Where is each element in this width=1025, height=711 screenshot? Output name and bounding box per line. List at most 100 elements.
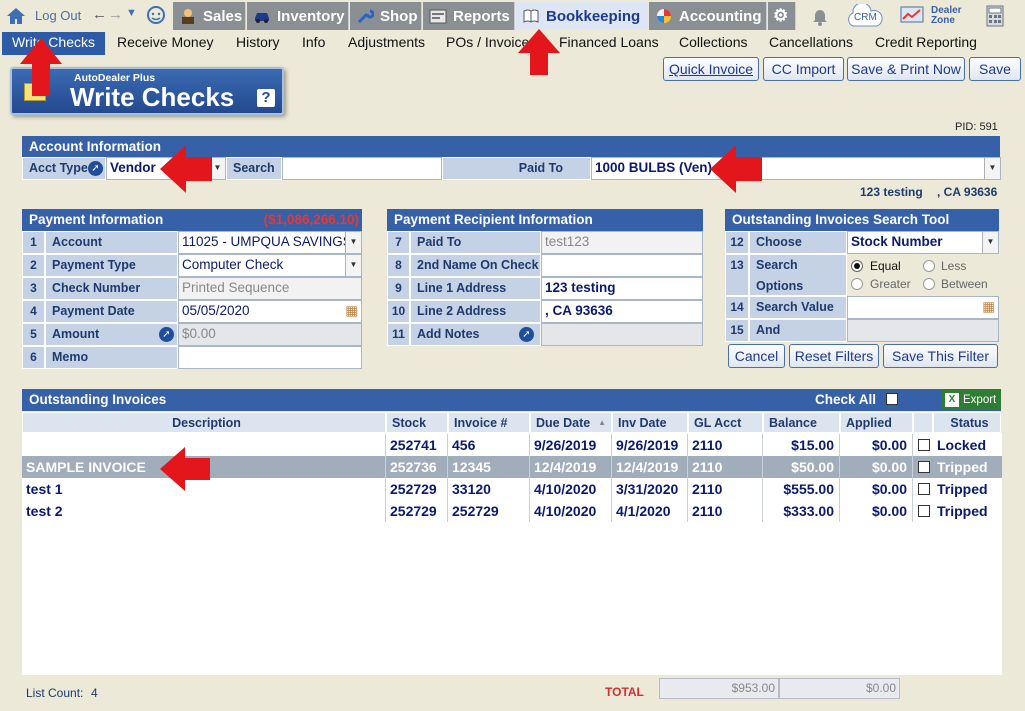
col-description[interactable]: Description (22, 412, 386, 433)
crm-cloud-button[interactable]: CRM (845, 2, 883, 31)
nav-tab-shop[interactable]: Shop (350, 2, 422, 30)
nav-tab-accounting[interactable]: Accounting (649, 2, 767, 30)
cell-applied: $0.00 (840, 478, 913, 500)
cell-status: Tripped (937, 459, 988, 475)
subnav-info[interactable]: Info (302, 34, 325, 50)
settings-gear-button[interactable]: ⚙ (768, 2, 796, 30)
account-select[interactable]: 11025 - UMPQUA SAVINGS ▼ (178, 231, 362, 254)
gear-icon: ⚙ (773, 6, 789, 25)
col-invoice-number[interactable]: Invoice # (448, 412, 530, 433)
subnav-collections[interactable]: Collections (679, 34, 747, 50)
top-navigation: Log Out ← → ▼ Sales Inventory Shop Repor… (0, 0, 1025, 32)
add-notes-icon[interactable]: ➚ (519, 327, 534, 342)
support-face-icon[interactable] (146, 5, 166, 28)
page-title: Write Checks (70, 82, 235, 112)
total-label: TOTAL (605, 685, 644, 699)
cancel-button[interactable]: Cancel (728, 344, 785, 368)
nav-tab-inventory[interactable]: Inventory (247, 2, 349, 30)
nav-tab-sales[interactable]: Sales (173, 2, 246, 30)
choose-search-label: Choose Search (749, 231, 847, 270)
subnav-financed-loans[interactable]: Financed Loans (559, 34, 659, 50)
check-all-checkbox[interactable] (886, 393, 898, 405)
row-checkbox[interactable] (918, 483, 930, 495)
subnav-adjustments[interactable]: Adjustments (348, 34, 425, 50)
cell-balance: $50.00 (763, 456, 840, 478)
cell-invoice: 33120 (448, 478, 530, 500)
payment-date-input[interactable]: 05/05/2020 ▦ (178, 300, 362, 323)
chevron-down-icon: ▼ (984, 158, 1000, 179)
lookup-arrow-icon[interactable]: ➚ (88, 161, 103, 176)
search-value-input[interactable]: ▦ (847, 296, 999, 319)
back-arrow-icon[interactable]: ← (92, 6, 107, 23)
paid-to-select[interactable]: 1000 BULBS (Ven) ▼ (591, 157, 1001, 180)
col-applied[interactable]: Applied (840, 412, 913, 433)
radio-between-label: Between (941, 277, 988, 291)
col-due-date[interactable]: Due Date ▲ (530, 412, 612, 433)
calendar-icon[interactable]: ▦ (982, 297, 995, 317)
memo-input[interactable] (178, 346, 362, 369)
col-gl-acct[interactable]: GL Acct (688, 412, 763, 433)
col-stock[interactable]: Stock (386, 412, 448, 433)
annotation-arrow-left-icon (710, 145, 762, 193)
table-row[interactable]: test 2 252729 252729 4/10/2020 4/1/2020 … (22, 500, 1002, 522)
home-icon[interactable] (6, 7, 26, 28)
line2-address-input[interactable]: , CA 93636 (541, 300, 703, 323)
cell-stock: 252729 (386, 500, 448, 522)
pid-label: PID: 591 (955, 121, 998, 133)
nav-tab-bookkeeping[interactable]: Bookkeeping (516, 2, 648, 30)
forward-arrow-icon[interactable]: → (108, 6, 123, 23)
subnav-credit-reporting[interactable]: Credit Reporting (875, 34, 977, 50)
row-checkbox[interactable] (918, 461, 930, 473)
payment-type-select[interactable]: Computer Check ▼ (178, 254, 362, 277)
amount-input[interactable]: $0.00 (178, 323, 362, 346)
invoices-header: Outstanding Invoices Check All X Export (22, 389, 1001, 411)
cell-inv-date: 3/31/2020 (612, 478, 688, 500)
notification-bell-icon[interactable] (810, 6, 830, 29)
cell-status: Locked (937, 437, 987, 453)
col-inv-date[interactable]: Inv Date (612, 412, 688, 433)
cell-inv-date: 12/4/2019 (612, 456, 688, 478)
row-number: 1 (22, 231, 45, 254)
row-checkbox[interactable] (918, 439, 930, 451)
radio-less[interactable] (923, 260, 935, 272)
quick-invoice-button[interactable]: Quick Invoice (663, 57, 759, 81)
choose-search-select[interactable]: Stock Number ▼ (847, 231, 999, 254)
nav-tab-reports[interactable]: Reports (423, 2, 515, 30)
col-balance[interactable]: Balance (763, 412, 840, 433)
subnav-cancellations[interactable]: Cancellations (769, 34, 853, 50)
save-filter-button[interactable]: Save This Filter (883, 344, 998, 368)
search-value-label: Search Value (749, 296, 847, 319)
radio-between[interactable] (923, 278, 935, 290)
logout-link[interactable]: Log Out (35, 8, 81, 23)
col-status[interactable]: Status (933, 412, 1001, 433)
cell-invoice: 12345 (448, 456, 530, 478)
calendar-icon[interactable]: ▦ (345, 301, 358, 321)
calculator-icon[interactable] (986, 5, 1004, 30)
second-name-input[interactable] (541, 254, 703, 277)
save-button[interactable]: Save (969, 57, 1021, 81)
row-checkbox[interactable] (918, 505, 930, 517)
cell-inv-date: 4/1/2020 (612, 500, 688, 522)
dealer-zone-button[interactable]: Dealer Zone (900, 5, 962, 28)
cc-import-button[interactable]: CC Import (763, 57, 844, 81)
help-icon[interactable]: ? (257, 89, 275, 107)
subnav-history[interactable]: History (236, 34, 280, 50)
line1-address-input[interactable]: 123 testing (541, 277, 703, 300)
search-input[interactable] (282, 157, 442, 180)
col-select (913, 412, 933, 433)
subnav-receive-money[interactable]: Receive Money (117, 34, 214, 50)
history-dropdown-icon[interactable]: ▼ (126, 7, 137, 19)
recipient-paid-to-input[interactable]: test123 (541, 231, 703, 254)
reset-filters-button[interactable]: Reset Filters (789, 344, 879, 368)
export-button[interactable]: X Export (942, 390, 1001, 410)
save-print-button[interactable]: Save & Print Now (847, 57, 965, 81)
radio-greater[interactable] (851, 278, 863, 290)
radio-equal[interactable] (851, 260, 863, 272)
annotation-arrow-left-icon (160, 447, 210, 491)
add-notes-field[interactable] (541, 323, 703, 346)
list-count-value: 4 (91, 686, 98, 700)
and-value-field[interactable] (847, 319, 999, 342)
check-number-input[interactable]: Printed Sequence (178, 277, 362, 300)
row-number: 15 (725, 319, 749, 342)
amount-lookup-icon[interactable]: ➚ (159, 327, 174, 342)
